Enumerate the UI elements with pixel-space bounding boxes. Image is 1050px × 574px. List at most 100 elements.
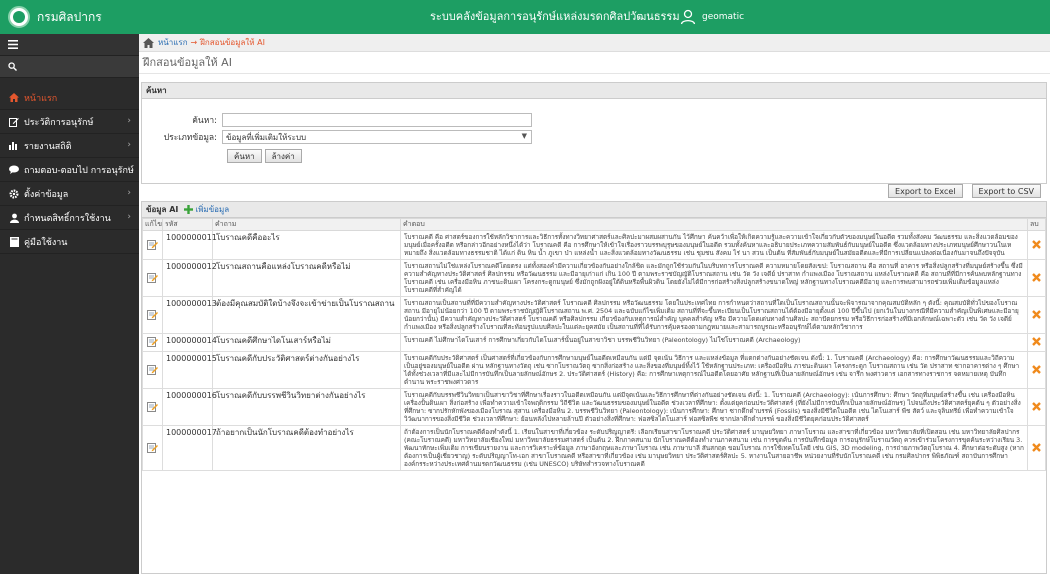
table-row: 1000000011 โบราณคดีคืออะไร โบราณคดี คือ … [142, 230, 1046, 260]
sidebar-item-conservation-history[interactable]: ประวัติการอนุรักษ์ › [0, 110, 139, 134]
data-panel: ข้อมูล AI เพิ่มข้อมูล แก้ไข รหัส คำถาม ค… [141, 201, 1047, 574]
sidebar-item-manual[interactable]: คู่มือใช้งาน [0, 230, 139, 254]
sidebar-item-label: คู่มือใช้งาน [24, 237, 68, 248]
sidebar-item-settings[interactable]: ตั้งค่าข้อมูล › [0, 182, 139, 206]
delete-row-icon[interactable] [1032, 309, 1041, 321]
keyword-label: ค้นหา: [192, 116, 217, 126]
sidebar-item-label: ถามตอบ-ตอบไป การอนุรักษ์ [24, 165, 134, 176]
table-row: 1000000013 ต้องมีคุณสมบัติใดบ้างจึงจะเข้… [142, 296, 1046, 334]
add-data-link[interactable]: เพิ่มข้อมูล [195, 203, 229, 216]
col-code: รหัส [162, 218, 213, 231]
menu-icon [8, 40, 18, 49]
delete-row-icon[interactable] [1032, 239, 1041, 251]
user-icon [8, 213, 20, 223]
clear-button[interactable]: ล้างค่า [264, 149, 302, 163]
breadcrumb-home[interactable]: หน้าแรก [158, 36, 188, 49]
chevron-right-icon: › [127, 188, 131, 198]
breadcrumb: หน้าแรก → ฝึกสอนข้อมูลให้ AI [139, 34, 1050, 52]
row-answer: โบราณคดีกับประวัติศาสตร์ เป็นศาสตร์ที่เก… [400, 351, 1028, 389]
home-icon [143, 37, 154, 48]
row-code: 1000000015 [162, 351, 217, 389]
page-title: ฝึกสอนข้อมูลให้ AI [139, 52, 1050, 74]
col-question: คำถาม [212, 218, 401, 231]
edit-row-icon[interactable] [147, 309, 158, 322]
col-edit: แก้ไข [142, 218, 163, 231]
edit-row-icon[interactable] [147, 336, 158, 349]
data-type-select[interactable]: ข้อมูลที่เพิ่มเติมให้ระบบ ▼ [222, 130, 532, 144]
col-answer: คำตอบ [400, 218, 1028, 231]
sidebar-toggle[interactable] [0, 34, 139, 56]
sidebar-item-permissions[interactable]: กำหนดสิทธิ์การใช้งาน › [0, 206, 139, 230]
edit-row-icon[interactable] [147, 364, 158, 377]
user-menu[interactable]: geomatic [680, 0, 744, 34]
keyword-input[interactable] [222, 113, 532, 127]
add-icon [184, 205, 194, 214]
row-answer: ถ้าต้องการเป็นนักโบราณคดีต้องทำดังนี้ 1.… [400, 425, 1028, 471]
table-row: 1000000017 ถ้าอยากเป็นนักโบราณคดีต้องทำอ… [142, 425, 1046, 471]
row-question: โบราณคดีศึกษาไดโนเสาร์หรือไม่ [212, 333, 401, 352]
chevron-right-icon: › [127, 212, 131, 222]
delete-row-icon[interactable] [1032, 337, 1041, 348]
delete-row-icon[interactable] [1032, 401, 1041, 413]
sidebar: หน้าแรก ประวัติการอนุรักษ์ › รายงานสถิติ… [0, 34, 139, 574]
search-panel: ค้นหา ค้นหา: ประเภทข้อมูล: ข้อมูลที่เพิ่… [141, 82, 1047, 184]
row-question: โบราณสถานคือแหล่งโบราณคดีหรือไม่ [212, 259, 401, 297]
sidebar-item-label: หน้าแรก [24, 93, 58, 104]
export-buttons: Export to Excel Export to CSV [888, 184, 1044, 198]
edit-row-icon[interactable] [147, 442, 158, 455]
type-label: ประเภทข้อมูล: [163, 133, 217, 143]
sidebar-item-label: ประวัติการอนุรักษ์ [24, 117, 94, 128]
system-title: ระบบคลังข้อมูลการอนุรักษ์แหล่งมรดกศิลปวั… [430, 10, 680, 23]
table-row: 1000000014 โบราณคดีศึกษาไดโนเสาร์หรือไม่… [142, 333, 1046, 352]
sidebar-item-qa[interactable]: ถามตอบ-ตอบไป การอนุรักษ์ › [0, 158, 139, 182]
edit-row-icon[interactable] [147, 272, 158, 285]
breadcrumb-separator: → [190, 38, 198, 47]
brand[interactable]: กรมศิลปากร [0, 0, 139, 34]
sidebar-item-label: ตั้งค่าข้อมูล [24, 189, 69, 200]
user-name: geomatic [702, 12, 745, 22]
data-type-value: ข้อมูลที่เพิ่มเติมให้ระบบ [226, 132, 307, 142]
table-row: 1000000015 โบราณคดีกับประวัติศาสตร์ต่างก… [142, 351, 1046, 389]
export-csv-button[interactable]: Export to CSV [971, 184, 1041, 198]
main-content: หน้าแรก → ฝึกสอนข้อมูลให้ AI ฝึกสอนข้อมู… [139, 34, 1050, 574]
row-question: โบราณคดีคืออะไร [212, 230, 401, 260]
export-excel-button[interactable]: Export to Excel [888, 184, 963, 198]
table-body: 1000000011 โบราณคดีคืออะไร โบราณคดี คือ … [142, 230, 1046, 471]
search-panel-title: ค้นหา [142, 83, 1046, 99]
row-answer: โบราณสถานเป็นสถานที่ที่มีความสำคัญทางประ… [400, 296, 1028, 334]
delete-row-icon[interactable] [1032, 272, 1041, 284]
search-button[interactable]: ค้นหา [227, 149, 262, 163]
delete-row-icon[interactable] [1032, 442, 1041, 454]
breadcrumb-current: ฝึกสอนข้อมูลให้ AI [200, 38, 265, 47]
row-code: 1000000013 [162, 296, 217, 334]
brand-name: กรมศิลปากร [37, 9, 102, 24]
row-code: 1000000014 [162, 333, 217, 352]
delete-row-icon[interactable] [1032, 364, 1041, 376]
chevron-right-icon: › [127, 140, 131, 150]
edit-row-icon[interactable] [147, 239, 158, 252]
sidebar-item-statistics[interactable]: รายงานสถิติ › [0, 134, 139, 158]
sidebar-item-home[interactable]: หน้าแรก [0, 86, 139, 110]
user-icon [680, 9, 696, 25]
search-icon [8, 62, 17, 71]
row-question: ต้องมีคุณสมบัติใดบ้างจึงจะเข้าข่ายเป็นโบ… [212, 296, 401, 334]
row-question: โบราณคดีกับบรรพชีวินวิทยาต่างกันอย่างไร [212, 388, 401, 426]
row-answer: โบราณสถานไม่ใช่แหล่งโบราณคดีโดยตรง แต่ทั… [400, 259, 1028, 297]
chart-icon [8, 141, 20, 150]
gear-icon [8, 188, 20, 199]
row-code: 1000000011 [162, 230, 217, 260]
data-panel-header: ข้อมูล AI เพิ่มข้อมูล [142, 202, 1046, 218]
department-logo [8, 6, 30, 28]
sidebar-item-label: กำหนดสิทธิ์การใช้งาน [24, 213, 111, 224]
row-code: 1000000016 [162, 388, 217, 426]
edit-row-icon[interactable] [147, 401, 158, 414]
table-header-row: แก้ไข รหัส คำถาม คำตอบ ลบ [142, 218, 1046, 231]
row-answer: โบราณคดี คือ ศาสตร์ของการใช้หลักวิชาการแ… [400, 230, 1028, 260]
chevron-right-icon: › [127, 116, 131, 126]
table-row: 1000000016 โบราณคดีกับบรรพชีวินวิทยาต่าง… [142, 388, 1046, 426]
row-question: โบราณคดีกับประวัติศาสตร์ต่างกันอย่างไร [212, 351, 401, 389]
sidebar-search[interactable] [0, 56, 139, 78]
data-panel-title: ข้อมูล AI [146, 205, 179, 214]
row-answer: โบราณคดีกับบรรพชีวินวิทยาเป็นสาขาวิชาที่… [400, 388, 1028, 426]
home-icon [8, 93, 20, 102]
